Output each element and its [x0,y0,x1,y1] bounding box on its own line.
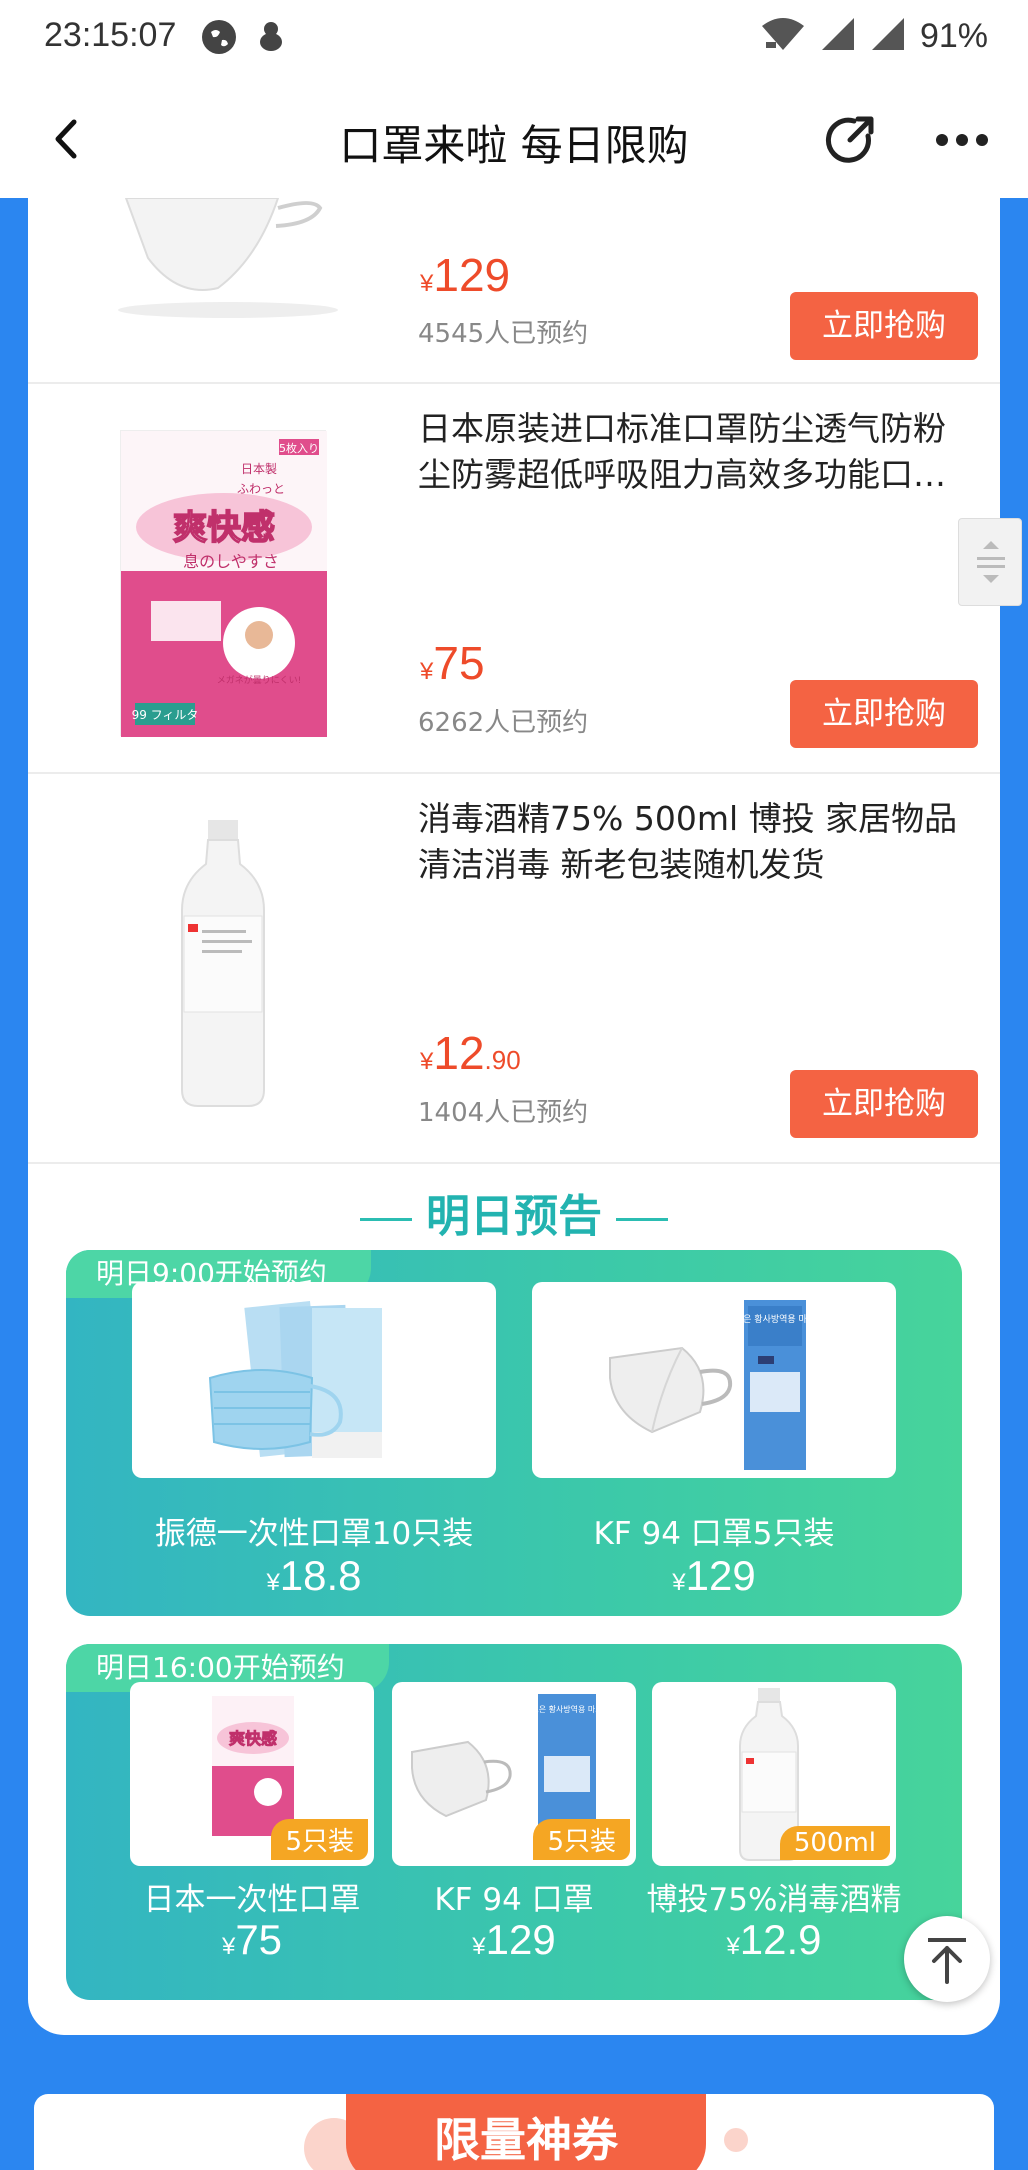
price-symbol: ¥ [420,658,434,685]
preview-item-label: 日本一次性口罩 [143,1882,361,1918]
status-time: 23:15:07 [44,16,177,54]
price-value: 75 [235,1916,283,1963]
preview-group-4pm: 明日16:00开始预约 爽快感 5只装 日本一次性口罩 ¥75 더조은 황사방역… [66,1644,962,2000]
booked-count: 1404人已预约 [418,1098,589,1128]
coupon-title-tab: 限量神券 [346,2094,706,2170]
preview-item-image[interactable]: 500ml [652,1682,896,1866]
preview-item-image[interactable] [132,1282,496,1478]
price-decimal: .90 [484,1045,521,1075]
status-bar: 23:15:07 91% [0,0,1028,80]
price-symbol: ¥ [420,270,434,297]
title-line-left [360,1217,412,1221]
product-item[interactable]: 5枚入り 日本製 ふわっと 爽快感 息のしやすさ メガネが曇りにくい! 99 フ… [28,384,1000,774]
preview-title-text: 明日预告 [426,1191,602,1242]
preview-item-image[interactable]: 더조은 황사방역용 마스크 [532,1282,896,1478]
preview-group-9am: 明日9:00开始预约 振德一次性口罩10只装 ¥18.8 더조은 황사방역용 마… [66,1250,962,1616]
booked-count: 4545人已预约 [418,319,589,349]
title-line-right [616,1217,668,1221]
preview-section-title: 明日预告 [0,1180,1028,1244]
kf94-box-text: 더조은 황사방역용 마스크 [727,1314,824,1325]
package-small-text: ふわっと [237,482,285,496]
product-image [178,820,268,1110]
price-value: 129 [485,1916,556,1963]
signal-icon-2 [870,16,906,56]
status-right: 91% [760,16,988,56]
wifi-icon [760,16,806,56]
product-image [108,197,348,328]
signal-icon [820,16,856,56]
price-symbol: ¥ [472,1933,486,1960]
preview-item-price: ¥12.9 [632,1916,916,1964]
product-price: ¥129 [420,248,510,302]
price-value: 75 [433,637,485,689]
preview-item-image[interactable]: 爽快感 5只装 [130,1682,374,1866]
preview-item-price: ¥18.8 [122,1552,506,1600]
coupon-title: 限量神券 [434,2113,618,2167]
preview-item-label: KF 94 口罩5只装 [593,1516,835,1552]
price-symbol: ¥ [266,1569,280,1596]
price-value: 129 [685,1552,756,1599]
buy-now-button[interactable]: 立即抢购 [790,292,978,360]
preview-item-label: KF 94 口罩 [434,1882,594,1918]
price-symbol: ¥ [672,1569,686,1596]
preview-item-price: ¥129 [372,1916,656,1964]
preview-item-label: 振德一次性口罩10只装 [154,1516,474,1552]
package-callout: メガネが曇りにくい! [217,674,301,686]
product-title: 日本原装进口标准口罩防尘透气防粉尘防雾超低呼吸阻力高效多功能口… [418,409,946,494]
price-value: 129 [433,249,511,301]
arrow-up-icon [928,1938,966,1984]
scroll-handle[interactable] [958,518,1022,606]
package-sub-text: 息のしやすさ [183,552,279,571]
price-symbol: ¥ [221,1933,236,1960]
booked-count: 6262人已预约 [418,708,589,738]
coupon-section: 限量神券 [34,2094,994,2170]
mask-package-graphic: 5枚入り 日本製 ふわっと 爽快感 息のしやすさ メガネが曇りにくい! 99 フ… [121,431,327,737]
price-value: 12 [433,1027,485,1079]
package-brand: 日本製 [241,462,277,476]
product-item[interactable]: ¥129 4545人已预约 立即抢购 [28,197,1000,384]
volume-badge: 500ml [779,1826,890,1860]
product-price: ¥75 [420,636,485,690]
price-value: 18.8 [279,1552,362,1599]
preview-item-label: 博投75%消毒酒精 [646,1882,902,1918]
package-main-text: 爽快感 [229,1729,277,1748]
notification-icon [256,20,286,54]
price-symbol: ¥ [726,1933,740,1960]
product-title: 消毒酒精75% 500ml 博投 家居物品 清洁消毒 新老包装随机发货 [418,799,958,884]
package-footer: 99 フィルタ [132,708,199,722]
quantity-badge: 5只装 [533,1819,630,1860]
preview-item-price: ¥129 [522,1552,906,1600]
quantity-badge: 5只装 [271,1819,368,1860]
price-symbol: ¥ [420,1048,434,1075]
decor-circle [724,2128,748,2152]
product-price: ¥12.90 [420,1026,521,1080]
nav-bar: 口罩来啦 每日限购 [0,80,1028,198]
product-item[interactable]: 消毒酒精75% 500ml 博投 家居物品 清洁消毒 新老包装随机发货 ¥12.… [28,774,1000,1164]
package-main-text: 爽快感 [173,508,275,548]
more-icon[interactable] [934,132,990,148]
product-image: 5枚入り 日本製 ふわっと 爽快感 息のしやすさ メガネが曇りにくい! 99 フ… [120,430,327,737]
preview-item-image[interactable]: 더조은 황사방역용 마스크 5只装 [392,1682,636,1866]
back-to-top-button[interactable] [904,1916,990,2002]
share-icon[interactable] [822,112,878,168]
price-value: 12.9 [739,1916,822,1963]
kf94-box-text: 더조은 황사방역용 마스크 [524,1704,610,1714]
buy-now-button[interactable]: 立即抢购 [790,680,978,748]
buy-now-button[interactable]: 立即抢购 [790,1070,978,1138]
battery-level: 91% [919,16,988,55]
preview-item-price: ¥75 [110,1916,394,1964]
package-top-label: 5枚入り [279,441,319,455]
globe-icon [202,20,236,54]
